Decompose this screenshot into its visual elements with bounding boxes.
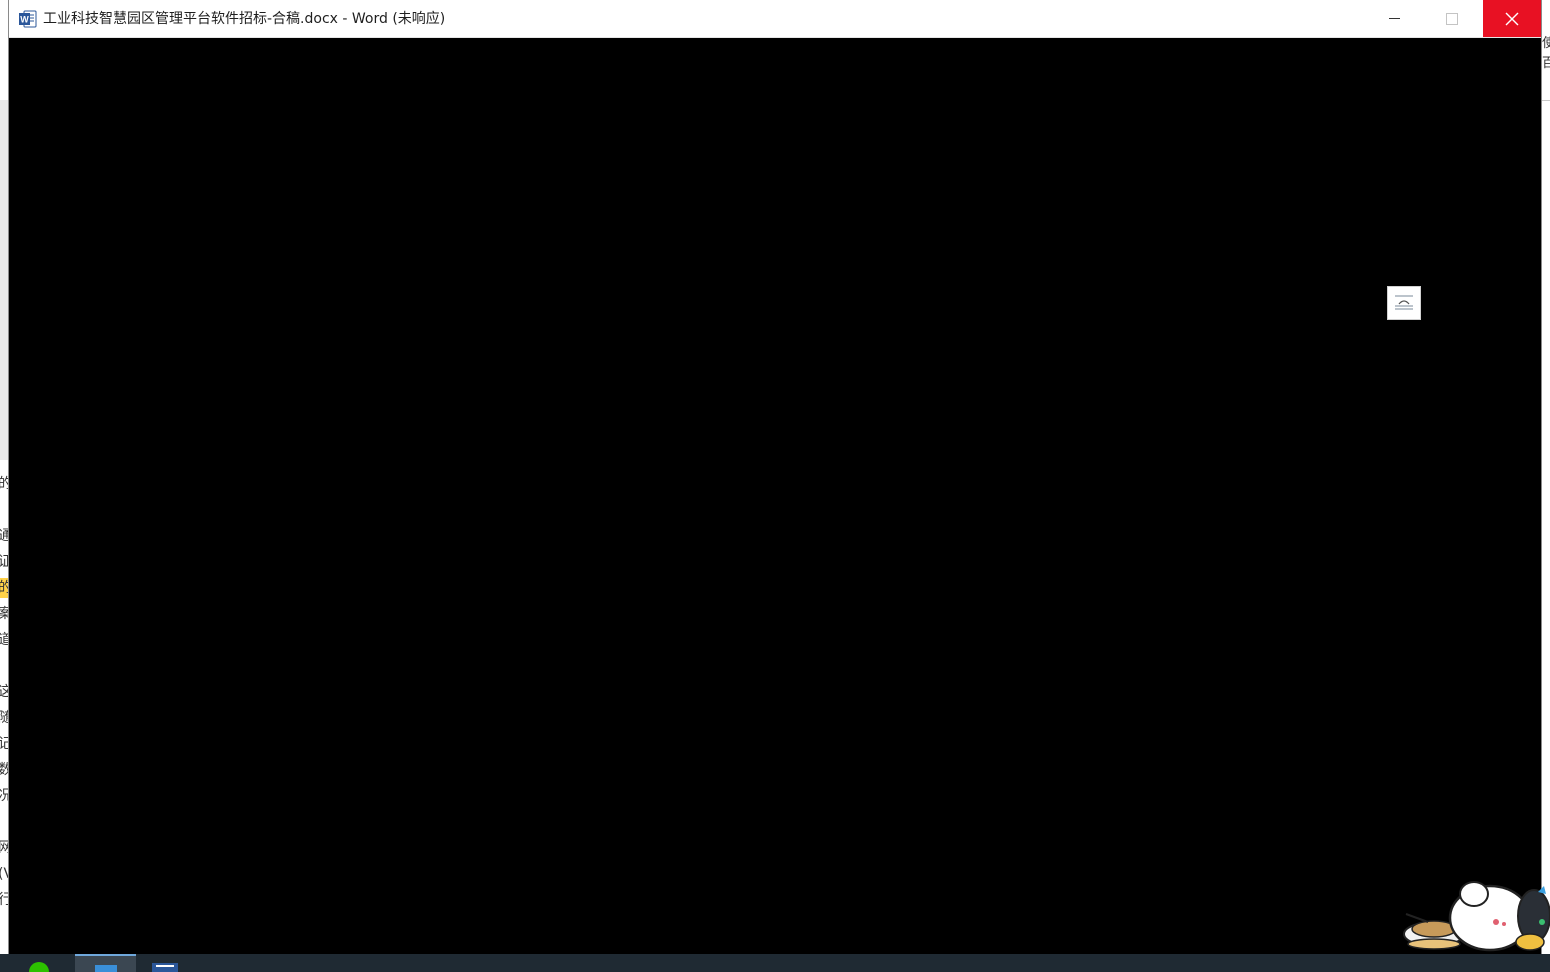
desktop: 的 通 证 的 案 道 这 随 记 数 况 网 (V 行 使 百	[0, 0, 1550, 972]
close-icon	[1505, 12, 1519, 25]
svg-text:W: W	[20, 15, 29, 25]
background-text: 使	[1542, 36, 1550, 51]
file-explorer-icon[interactable]	[75, 954, 136, 972]
maximize-button[interactable]	[1423, 0, 1481, 37]
minimize-button[interactable]	[1365, 0, 1423, 37]
word-icon: W	[19, 10, 37, 28]
word-window[interactable]: W 工业科技智慧园区管理平台软件招标-合稿.docx - Word (未响应)	[9, 0, 1541, 954]
window-title: 工业科技智慧园区管理平台软件招标-合稿.docx - Word (未响应)	[43, 11, 446, 27]
minimize-icon	[1388, 18, 1400, 19]
background-document-right: 使 百	[1541, 0, 1550, 954]
background-text: 百	[1542, 56, 1550, 71]
taskbar	[0, 954, 1550, 972]
background-ruler	[0, 100, 9, 460]
word-taskbar-icon[interactable]	[148, 954, 184, 972]
wechat-icon[interactable]	[24, 954, 60, 972]
title-bar[interactable]: W 工业科技智慧园区管理平台软件招标-合稿.docx - Word (未响应)	[9, 0, 1541, 38]
reading-mode-icon[interactable]	[1387, 286, 1421, 320]
maximize-icon	[1446, 12, 1458, 25]
close-button[interactable]	[1483, 0, 1541, 37]
cartoon-mascot[interactable]	[1398, 872, 1550, 954]
background-divider	[1541, 100, 1550, 101]
